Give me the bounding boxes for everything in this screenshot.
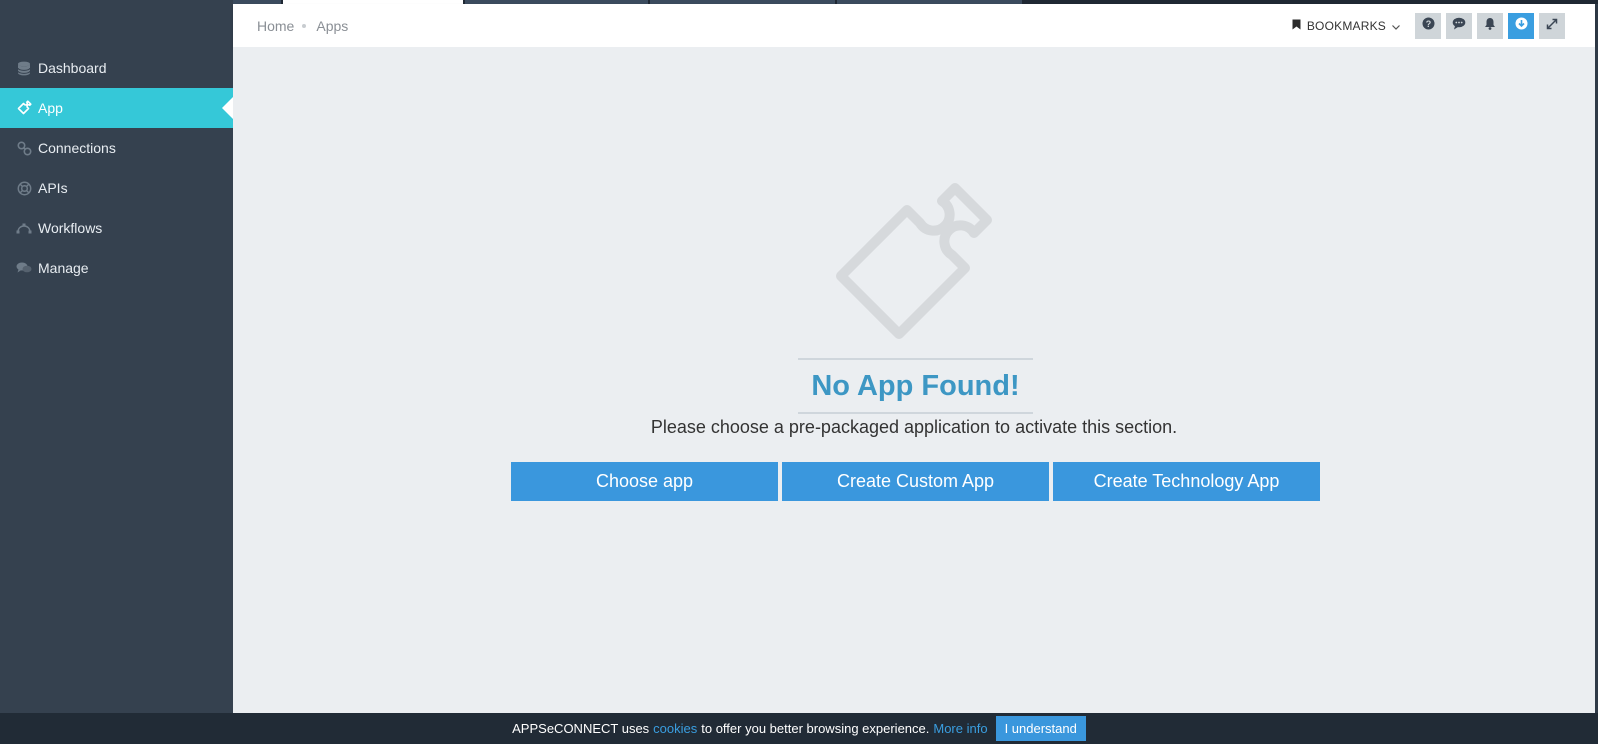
- cookie-accept-button[interactable]: I understand: [995, 716, 1086, 741]
- empty-state-title-wrap: No App Found!: [798, 358, 1033, 414]
- main-content: No App Found! Please choose a pre-packag…: [233, 47, 1595, 713]
- sidebar-item-label: APIs: [38, 180, 68, 196]
- sidebar-item-label: Workflows: [38, 220, 103, 236]
- top-header: Home Apps BOOKMARKS ?: [233, 4, 1595, 47]
- workflow-icon: [16, 220, 32, 236]
- help-icon: ?: [1422, 17, 1435, 35]
- create-technology-app-button[interactable]: Create Technology App: [1053, 462, 1320, 501]
- bell-icon: [1484, 17, 1496, 35]
- chevron-down-icon: [1392, 19, 1400, 33]
- bookmark-icon: [1292, 19, 1301, 33]
- svg-text:?: ?: [1425, 19, 1431, 29]
- puzzle-icon: [16, 100, 32, 116]
- sidebar-nav: Dashboard App Connections APIs Workflows: [0, 48, 233, 288]
- sidebar-item-workflows[interactable]: Workflows: [0, 208, 233, 248]
- help-button[interactable]: ?: [1415, 12, 1441, 39]
- empty-state-actions: Choose app Create Custom App Create Tech…: [511, 462, 1324, 501]
- breadcrumb: Home Apps: [257, 4, 348, 47]
- puzzle-icon: [827, 177, 1003, 352]
- database-icon: [16, 60, 32, 76]
- create-custom-app-button[interactable]: Create Custom App: [782, 462, 1049, 501]
- download-icon: [1515, 17, 1528, 35]
- bookmarks-label: BOOKMARKS: [1306, 18, 1386, 33]
- breadcrumb-current: Apps: [316, 17, 349, 34]
- sidebar-item-label: Manage: [38, 260, 89, 276]
- sidebar-item-label: App: [38, 100, 63, 116]
- chat-bubbles-icon: [16, 260, 32, 276]
- notifications-button[interactable]: [1477, 12, 1503, 39]
- cookie-text-before: APPSeCONNECT uses: [512, 721, 650, 736]
- fullscreen-button[interactable]: [1539, 12, 1565, 39]
- sidebar: Dashboard App Connections APIs Workflows: [0, 0, 233, 713]
- comments-button[interactable]: [1446, 12, 1472, 39]
- breadcrumb-separator: [302, 23, 307, 28]
- sidebar-item-manage[interactable]: Manage: [0, 248, 233, 288]
- sidebar-item-dashboard[interactable]: Dashboard: [0, 48, 233, 88]
- sidebar-item-connections[interactable]: Connections: [0, 128, 233, 168]
- comment-icon: [1452, 17, 1466, 35]
- sidebar-item-label: Connections: [38, 140, 116, 156]
- sidebar-item-app[interactable]: App: [0, 88, 233, 128]
- choose-app-button[interactable]: Choose app: [511, 462, 778, 501]
- sidebar-item-label: Dashboard: [38, 60, 107, 76]
- cookie-text-after: to offer you better browsing experience.: [701, 721, 930, 736]
- more-info-link[interactable]: More info: [933, 721, 987, 736]
- link-icon: [16, 140, 32, 156]
- empty-state-title: No App Found!: [811, 369, 1020, 402]
- sidebar-item-apis[interactable]: APIs: [0, 168, 233, 208]
- lifebuoy-icon: [16, 180, 32, 196]
- cookie-banner: APPSeCONNECT uses cookies to offer you b…: [0, 713, 1598, 744]
- expand-icon: [1546, 17, 1558, 35]
- download-button[interactable]: [1508, 12, 1534, 39]
- header-actions: BOOKMARKS ?: [1292, 4, 1565, 47]
- bookmarks-dropdown[interactable]: BOOKMARKS: [1292, 19, 1400, 33]
- breadcrumb-home[interactable]: Home: [257, 18, 294, 34]
- empty-state-subtitle: Please choose a pre-packaged application…: [650, 417, 1178, 437]
- cookies-link[interactable]: cookies: [653, 721, 697, 736]
